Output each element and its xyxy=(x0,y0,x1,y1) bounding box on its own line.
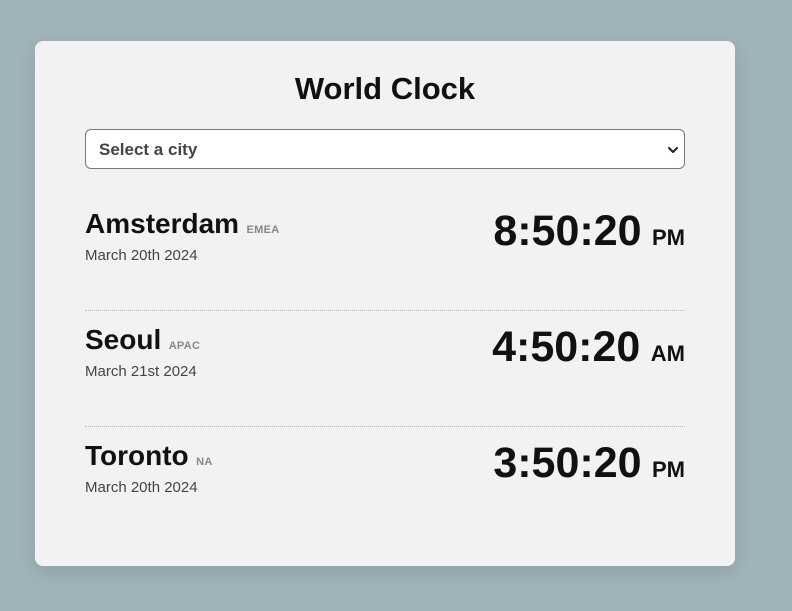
city-row-seoul: Seoul APAC March 21st 2024 4:50:20 AM xyxy=(85,312,685,427)
region-badge: APAC xyxy=(168,340,201,352)
clock-time: 8:50:20 xyxy=(493,207,642,255)
clock-ampm: AM xyxy=(650,341,685,366)
clock-display: 4:50:20 AM xyxy=(492,322,685,372)
city-row-amsterdam: Amsterdam EMEA March 20th 2024 8:50:20 P… xyxy=(85,196,685,311)
city-select[interactable]: Select a city xyxy=(85,129,685,169)
clock-ampm: PM xyxy=(652,457,685,482)
page-title: World Clock xyxy=(294,71,476,106)
clock-time: 4:50:20 xyxy=(492,323,641,371)
city-name: Seoul xyxy=(85,324,162,355)
chevron-down-icon xyxy=(668,147,678,153)
world-clock-card: World Clock Select a city Amsterdam EMEA… xyxy=(35,41,735,566)
clock-display: 8:50:20 PM xyxy=(493,206,685,256)
city-date: March 21st 2024 xyxy=(85,363,197,380)
city-heading: Seoul APAC xyxy=(85,324,200,356)
region-badge: NA xyxy=(196,456,213,468)
city-select-value: Select a city xyxy=(99,140,198,159)
region-badge: EMEA xyxy=(246,224,280,236)
city-date: March 20th 2024 xyxy=(85,479,198,496)
city-row-toronto: Toronto NA March 20th 2024 3:50:20 PM xyxy=(85,428,685,543)
city-heading: Toronto NA xyxy=(85,440,213,472)
city-list: Amsterdam EMEA March 20th 2024 8:50:20 P… xyxy=(85,196,685,544)
clock-time: 3:50:20 xyxy=(493,439,642,487)
city-name: Amsterdam xyxy=(85,208,240,239)
clock-ampm: PM xyxy=(652,225,685,250)
clock-display: 3:50:20 PM xyxy=(493,438,685,488)
city-heading: Amsterdam EMEA xyxy=(85,208,280,240)
city-name: Toronto xyxy=(85,440,189,471)
city-date: March 20th 2024 xyxy=(85,247,198,264)
